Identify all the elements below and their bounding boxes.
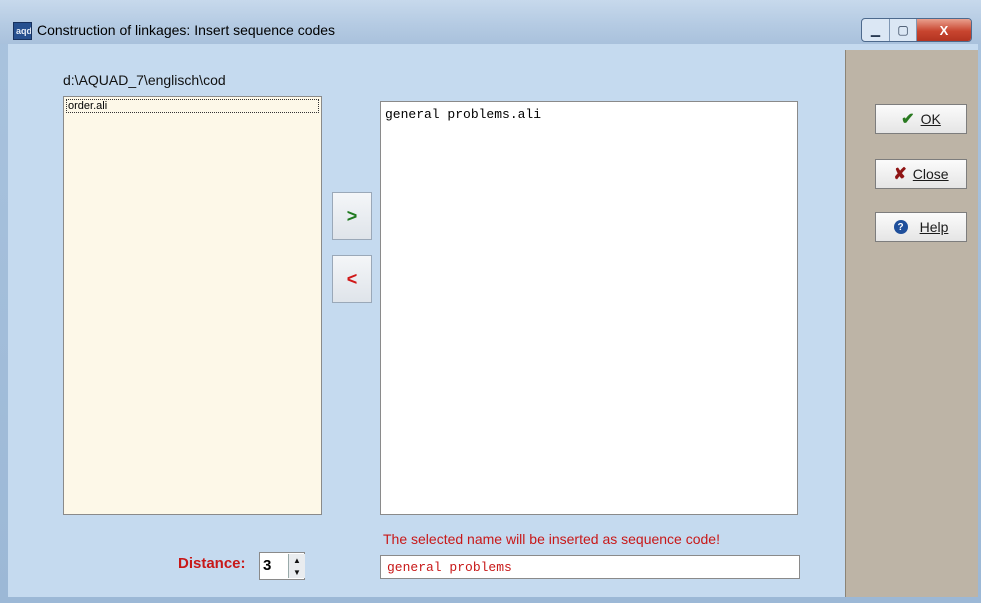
left-arrow-icon: < <box>346 268 358 289</box>
spin-up-icon: ▲ <box>293 555 301 565</box>
help-icon: ? <box>893 220 908 234</box>
maximize-icon: ▢ <box>897 23 909 37</box>
distance-spinner[interactable]: 3 ▲ ▼ <box>259 552 305 580</box>
close-button[interactable]: ✘ Close <box>875 159 967 189</box>
app-icon-text: aqd <box>16 26 32 36</box>
info-message: The selected name will be inserted as se… <box>383 531 720 547</box>
spin-down-icon: ▼ <box>293 567 301 577</box>
close-label: Close <box>912 166 949 182</box>
list-item[interactable]: order.ali <box>66 99 319 113</box>
source-file-list[interactable]: order.ali <box>63 96 322 515</box>
maximize-button[interactable]: ▢ <box>890 19 917 41</box>
sequence-code-field[interactable]: general problems <box>380 555 800 579</box>
minimize-button[interactable]: ▁ <box>862 19 890 41</box>
remove-from-selection-button[interactable]: < <box>332 255 372 303</box>
spin-down-button[interactable]: ▼ <box>288 566 305 578</box>
selected-file-list[interactable]: general problems.ali <box>380 101 798 515</box>
help-label: Help <box>919 219 949 235</box>
app-icon: aqd <box>13 22 32 40</box>
caption-buttons: ▁ ▢ X <box>861 18 972 42</box>
title-bar[interactable]: aqd Construction of linkages: Insert seq… <box>0 0 981 44</box>
distance-label: Distance: <box>178 555 246 572</box>
help-button[interactable]: ? Help <box>875 212 967 242</box>
right-arrow-icon: > <box>346 205 358 226</box>
x-icon: ✘ <box>893 166 907 183</box>
distance-value[interactable]: 3 <box>263 557 271 574</box>
dialog-window: aqd Construction of linkages: Insert seq… <box>0 0 981 603</box>
window-title: Construction of linkages: Insert sequenc… <box>37 22 336 38</box>
ok-label: OK <box>920 111 941 127</box>
directory-path: d:\AQUAD_7\englisch\cod <box>63 72 226 88</box>
ok-button[interactable]: ✔ OK <box>875 104 967 134</box>
window-close-button[interactable]: X <box>917 19 971 41</box>
minimize-icon: ▁ <box>870 23 881 37</box>
add-to-selection-button[interactable]: > <box>332 192 372 240</box>
list-item[interactable]: general problems.ali <box>385 107 541 122</box>
close-icon: X <box>939 22 949 38</box>
checkmark-icon: ✔ <box>901 111 915 128</box>
